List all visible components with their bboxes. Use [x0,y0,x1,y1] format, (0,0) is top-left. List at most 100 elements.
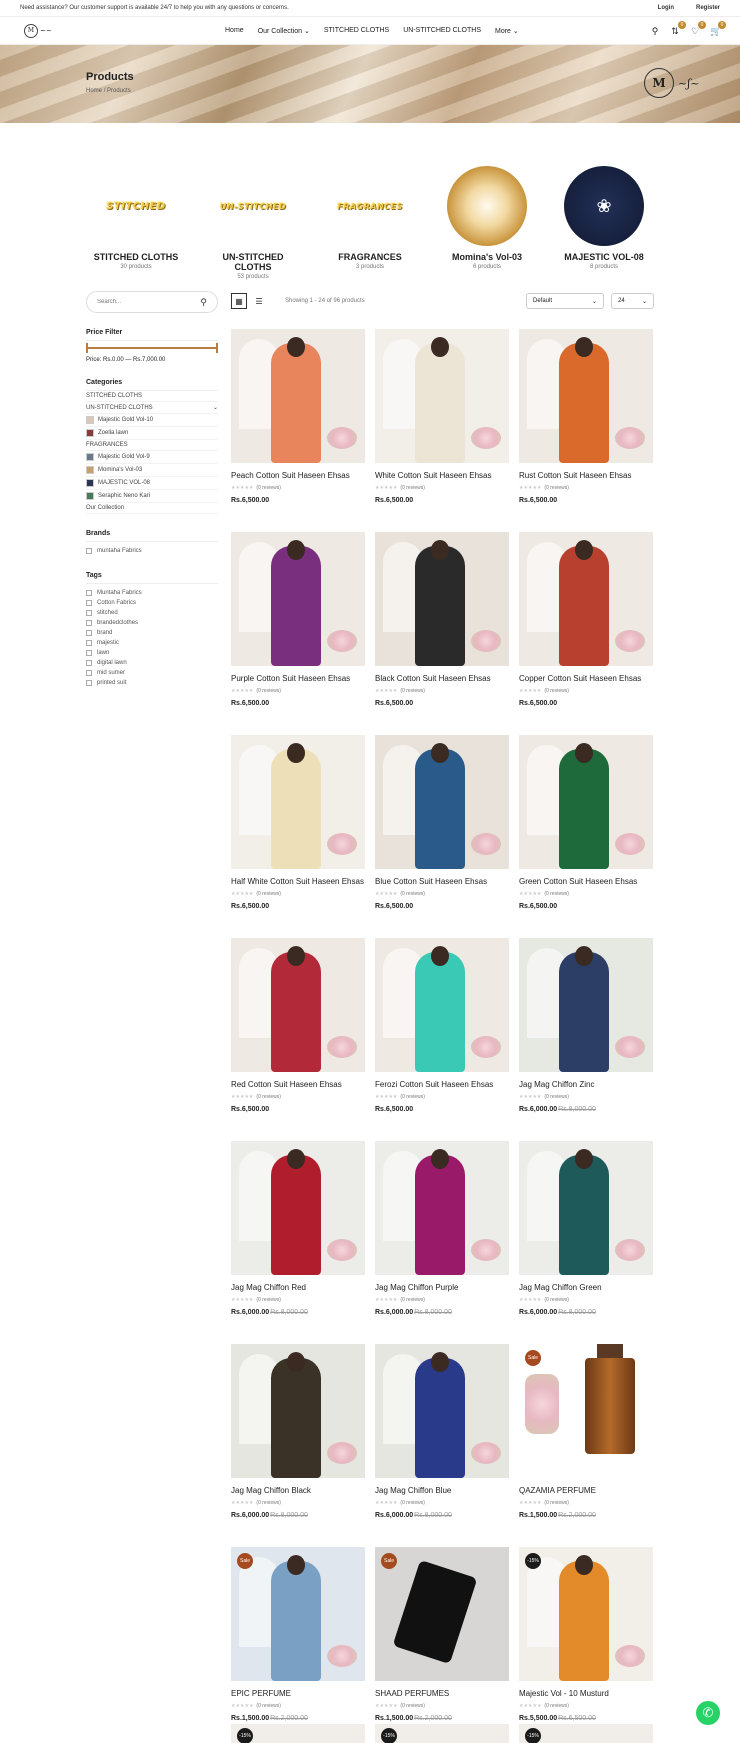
product-name[interactable]: EPIC PERFUME [231,1689,365,1698]
product-card[interactable]: Ferozi Cotton Suit Haseen Ehsas ★★★★★ (0 r… [375,938,509,1113]
product-image[interactable] [519,938,653,1072]
product-name[interactable]: Jag Mag Chiffon Purple [375,1283,509,1292]
product-card[interactable]: Rust Cotton Suit Haseen Ehsas ★★★★★ (0 rev… [519,329,653,504]
cart-icon[interactable]: 🛒 0 [710,20,726,36]
sort-select[interactable]: Default ⌄ [526,293,604,309]
product-card[interactable]: Peach Cotton Suit Haseen Ehsas ★★★★★ (0 re… [231,329,365,504]
product-name[interactable]: Purple Cotton Suit Haseen Ehsas [231,674,365,683]
tag-item[interactable]: Cotton Fabrics [86,598,218,608]
whatsapp-chat-icon[interactable]: ✆ [696,1701,720,1725]
category-item[interactable]: Our Collection [86,503,218,514]
checkbox[interactable] [86,670,92,676]
product-card[interactable]: -15% Majestic Vol - 10 Musturd ★★★★★ (0 rev… [519,1547,653,1722]
brand-item[interactable]: muntaha Fabrics [86,546,218,556]
product-name[interactable]: Green Cotton Suit Haseen Ehsas [519,877,653,886]
product-image[interactable]: Sale [375,1547,509,1681]
search-icon[interactable]: ⚲ [650,26,660,36]
wishlist-icon[interactable]: ♡ 0 [690,20,706,36]
product-card[interactable]: Jag Mag Chiffon Zinc ★★★★★ (0 reviews) Rs.6… [519,938,653,1113]
category-card-unstitched[interactable]: UN-STITCHED UN-STITCHED CLOTHS 53 produc… [203,166,303,281]
tag-item[interactable]: majestic [86,638,218,648]
product-name[interactable]: Half White Cotton Suit Haseen Ehsas [231,877,365,886]
product-name[interactable]: Jag Mag Chiffon Zinc [519,1080,653,1089]
product-image[interactable] [375,1344,509,1478]
product-card[interactable]: Jag Mag Chiffon Purple ★★★★★ (0 reviews) Rs… [375,1141,509,1316]
product-image[interactable] [375,1141,509,1275]
tag-item[interactable]: mid sumer [86,668,218,678]
tag-item[interactable]: brand [86,628,218,638]
product-name[interactable]: Jag Mag Chiffon Green [519,1283,653,1292]
price-slider-max-handle[interactable] [216,343,218,353]
checkbox[interactable] [86,640,92,646]
category-item[interactable]: UN-STITCHED CLOTHS ⌄ [86,402,218,414]
tag-item[interactable]: digital lawn [86,658,218,668]
list-view-icon[interactable]: ☰ [251,293,267,309]
product-image[interactable] [375,938,509,1072]
checkbox[interactable] [86,620,92,626]
product-card[interactable]: -15% [519,1724,653,1743]
product-card[interactable]: Jag Mag Chiffon Blue ★★★★★ (0 reviews) Rs.6… [375,1344,509,1519]
product-name[interactable]: SHAAD PERFUMES [375,1689,509,1698]
tag-item[interactable]: brandedclothes [86,618,218,628]
search-icon[interactable]: ⚲ [200,297,207,308]
product-card[interactable]: Purple Cotton Suit Haseen Ehsas ★★★★★ (0 r… [231,532,365,707]
menu-stitched-cloths[interactable]: STITCHED CLOTHS [324,27,389,35]
product-name[interactable]: Jag Mag Chiffon Blue [375,1486,509,1495]
category-card-stitched[interactable]: STITCHED STITCHED CLOTHS 30 products [86,166,186,280]
product-card[interactable]: Sale QAZAMIA PERFUME ★★★★★ (0 reviews) Rs.1,… [519,1344,653,1519]
product-card[interactable]: Sale SHAAD PERFUMES ★★★★★ (0 reviews) Rs.1,5… [375,1547,509,1722]
product-card[interactable]: Sale EPIC PERFUME ★★★★★ (0 reviews) Rs.1,500… [231,1547,365,1722]
product-name[interactable]: QAZAMIA PERFUME [519,1486,653,1495]
product-name[interactable]: Blue Cotton Suit Haseen Ehsas [375,877,509,886]
product-card[interactable]: -15% [231,1724,365,1743]
category-item[interactable]: Zoella lawn [86,427,218,440]
price-slider-min-handle[interactable] [86,343,88,353]
category-item[interactable]: Momina's Vol-03 [86,464,218,477]
product-name[interactable]: Red Cotton Suit Haseen Ehsas [231,1080,365,1089]
compare-icon[interactable]: ⇅ 0 [670,20,686,36]
grid-view-icon[interactable]: ▦ [231,293,247,309]
breadcrumb-home[interactable]: Home [86,88,102,94]
product-image[interactable] [231,1141,365,1275]
product-card[interactable]: Jag Mag Chiffon Green ★★★★★ (0 reviews) Rs.… [519,1141,653,1316]
category-card-mominas[interactable]: Momina's Vol-03 6 products [437,166,537,280]
product-card[interactable]: -15% [375,1724,509,1743]
category-item[interactable]: Majestic Gold Vol-9 [86,451,218,464]
product-image[interactable] [231,1344,365,1478]
chevron-down-icon[interactable]: ⌄ [213,404,218,411]
register-link[interactable]: Register [696,5,720,11]
login-link[interactable]: Login [658,5,674,11]
product-card[interactable]: White Cotton Suit Haseen Ehsas ★★★★★ (0 re… [375,329,509,504]
product-card[interactable]: Half White Cotton Suit Haseen Ehsas ★★★★★… [231,735,365,910]
search-input[interactable] [97,299,187,305]
product-image[interactable] [519,735,653,869]
per-page-select[interactable]: 24 ⌄ [611,293,654,309]
product-image[interactable] [375,532,509,666]
product-name[interactable]: Rust Cotton Suit Haseen Ehsas [519,471,653,480]
checkbox[interactable] [86,660,92,666]
product-image[interactable]: -15% [519,1547,653,1681]
product-name[interactable]: White Cotton Suit Haseen Ehsas [375,471,509,480]
product-card[interactable]: Jag Mag Chiffon Black ★★★★★ (0 reviews) Rs.… [231,1344,365,1519]
checkbox[interactable] [86,548,92,554]
product-image[interactable] [231,532,365,666]
product-card[interactable]: Green Cotton Suit Haseen Ehsas ★★★★★ (0 re… [519,735,653,910]
product-name[interactable]: Copper Cotton Suit Haseen Ehsas [519,674,653,683]
product-name[interactable]: Peach Cotton Suit Haseen Ehsas [231,471,365,480]
category-item[interactable]: FRAGRANCES [86,440,218,451]
menu-unstitched-cloths[interactable]: UN-STITCHED CLOTHS [403,27,481,35]
product-name[interactable]: Jag Mag Chiffon Black [231,1486,365,1495]
product-name[interactable]: Jag Mag Chiffon Red [231,1283,365,1292]
tag-item[interactable]: stitched [86,608,218,618]
checkbox[interactable] [86,600,92,606]
product-card[interactable]: Copper Cotton Suit Haseen Ehsas ★★★★★ (0 r… [519,532,653,707]
product-image[interactable] [231,329,365,463]
category-item[interactable]: Majestic Gold Vol-10 [86,414,218,427]
product-image[interactable] [519,329,653,463]
price-slider[interactable] [86,343,218,353]
product-image[interactable] [375,329,509,463]
category-card-majestic[interactable]: ❀ MAJESTIC VOL-08 8 products [554,166,654,280]
checkbox[interactable] [86,650,92,656]
product-card[interactable]: Black Cotton Suit Haseen Ehsas ★★★★★ (0 re… [375,532,509,707]
product-name[interactable]: Ferozi Cotton Suit Haseen Ehsas [375,1080,509,1089]
